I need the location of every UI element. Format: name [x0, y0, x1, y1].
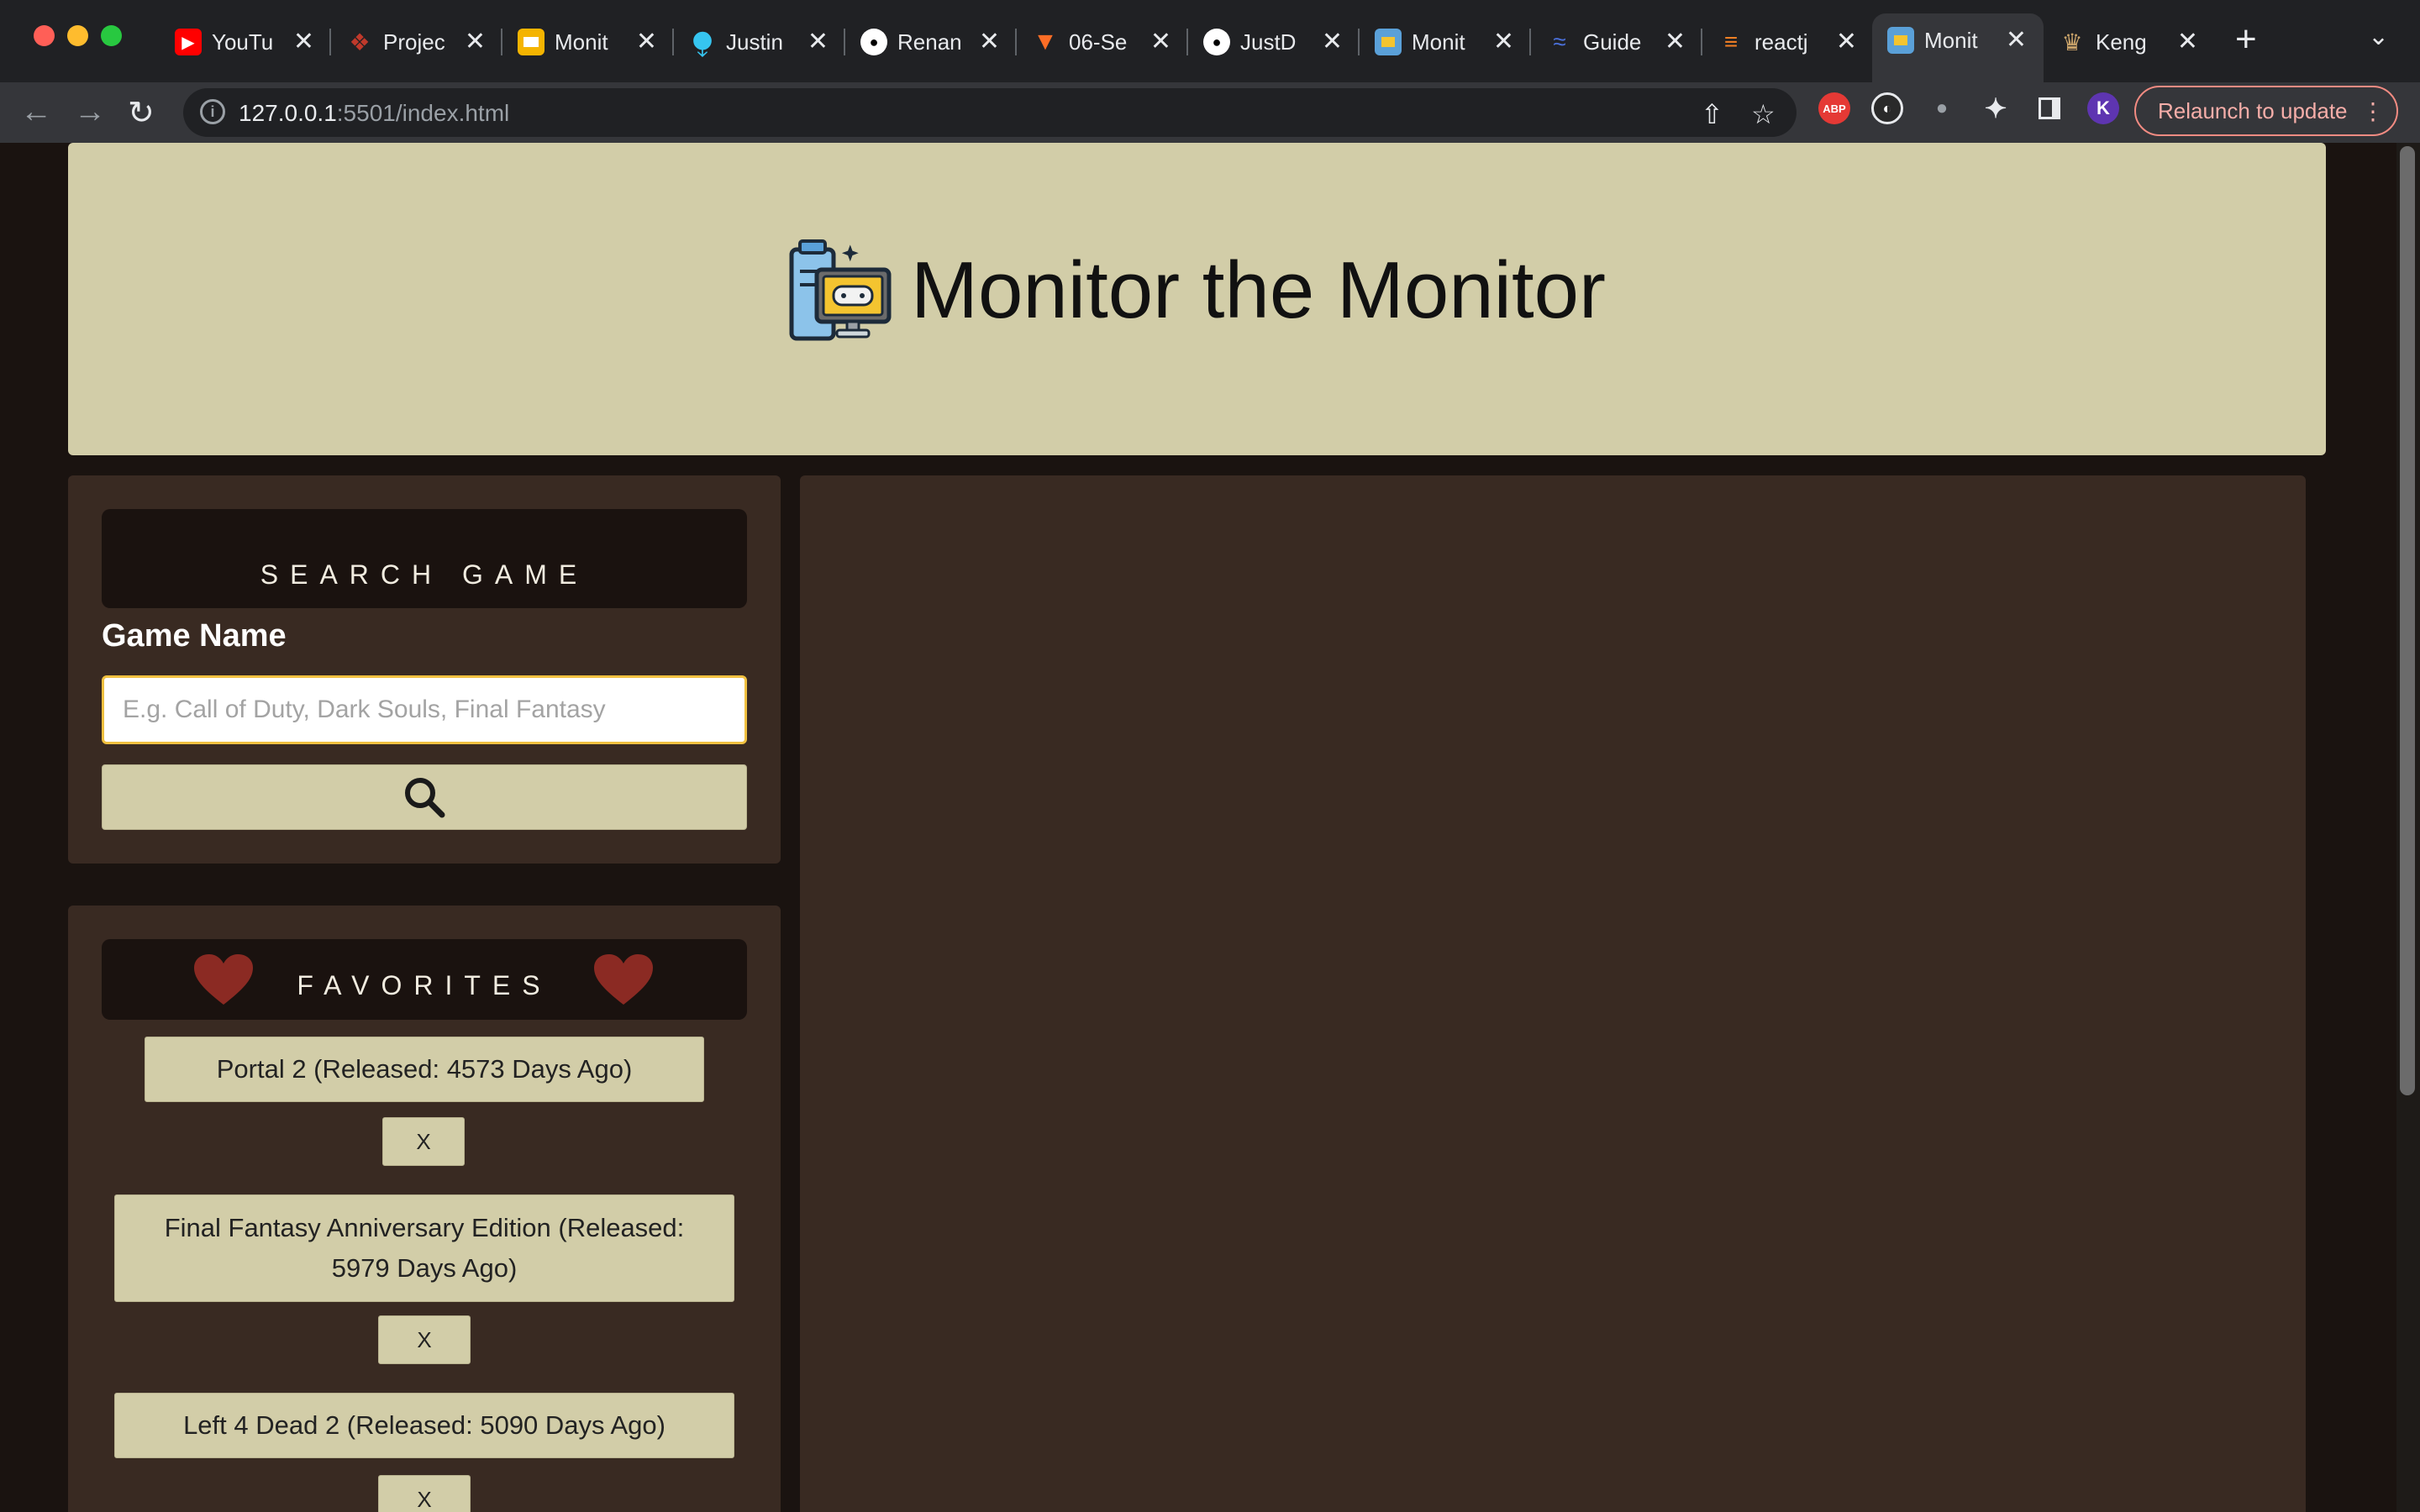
magnifier-search-icon [405, 778, 445, 818]
heart-icon [194, 954, 253, 1005]
close-tab-icon[interactable]: ✕ [1836, 27, 1857, 56]
tab-label: reactj [1754, 29, 1808, 55]
slides-icon [518, 29, 544, 55]
stackoverflow-icon: ≡ [1723, 29, 1739, 55]
browser-tab[interactable]: ≡ reactj ✕ [1702, 15, 1874, 69]
search-panel: SEARCH GAME Game Name [68, 475, 781, 864]
search-button[interactable] [102, 764, 747, 830]
monitor-icon [1887, 27, 1914, 54]
remove-favorite-button[interactable]: X [378, 1475, 471, 1512]
bookmark-star-icon[interactable]: ☆ [1751, 98, 1776, 130]
tab-label: Keng [2096, 29, 2147, 55]
browser-tab[interactable]: ❖ Projec ✕ [331, 15, 502, 69]
page-title: Monitor the Monitor [910, 245, 1606, 335]
favorite-game-button[interactable]: Portal 2 (Released: 4573 Days Ago) [145, 1037, 704, 1102]
favorites-heading: FAVORITES [297, 969, 552, 1000]
site-info-icon[interactable]: i [200, 99, 225, 124]
browser-tab-active[interactable]: Monit ✕ [1872, 13, 2044, 82]
slack-icon: ⧭ [692, 28, 713, 55]
browser-tab[interactable]: ● Renan ✕ [845, 15, 1017, 69]
browser-tab[interactable]: Monit ✕ [502, 15, 674, 69]
reload-icon[interactable]: ↻ [128, 94, 155, 132]
browser-tab[interactable]: ⧭ Justin ✕ [674, 15, 845, 69]
extension-mouse-icon[interactable]: ● [1926, 92, 1958, 124]
browser-tab[interactable]: ▼ 06-Se ✕ [1017, 15, 1188, 69]
browser-tab[interactable]: ● JustD ✕ [1188, 15, 1360, 69]
page-viewport: Monitor the Monitor SEARCH GAME Game Nam… [0, 143, 2420, 1512]
tab-label: 06-Se [1069, 29, 1128, 55]
close-tab-icon[interactable]: ✕ [2006, 25, 2027, 55]
guide-icon: ≈ [1553, 29, 1566, 55]
profile-avatar[interactable]: K [2087, 92, 2119, 124]
address-bar[interactable]: i 127.0.0.1:5501/index.html ⇧ ☆ [183, 88, 1797, 137]
browser-tab-bar: ▶ YouTu ✕ ❖ Projec ✕ Monit ✕ ⧭ Justin ✕ … [0, 0, 2420, 82]
relaunch-to-update-button[interactable]: Relaunch to update ⋮ [2134, 86, 2398, 136]
search-section-header: SEARCH GAME [102, 509, 747, 608]
youtube-icon: ▶ [175, 29, 202, 55]
tab-label: Renan [897, 29, 962, 55]
close-tab-icon[interactable]: ✕ [1322, 27, 1343, 56]
tab-label: Monit [1924, 27, 1978, 53]
project-icon: ❖ [349, 29, 371, 55]
tab-label: Projec [383, 29, 445, 55]
browser-tab[interactable]: ▶ YouTu ✕ [160, 15, 331, 69]
close-tab-icon[interactable]: ✕ [1493, 27, 1514, 56]
forward-arrow-icon[interactable]: → [74, 94, 106, 130]
favorite-game-button[interactable]: Final Fantasy Anniversary Edition (Relea… [114, 1194, 734, 1302]
tab-label: Monit [1412, 29, 1465, 55]
back-arrow-icon[interactable]: ← [20, 94, 52, 130]
monitor-icon [1375, 29, 1402, 55]
close-tab-icon[interactable]: ✕ [808, 27, 829, 56]
remove-favorite-button[interactable]: X [382, 1117, 465, 1166]
scrollbar-thumb[interactable] [2400, 146, 2415, 1095]
github-icon: ● [860, 29, 887, 55]
close-window-button[interactable] [34, 25, 55, 46]
results-panel [800, 475, 2306, 1512]
share-icon[interactable]: ⇧ [1701, 98, 1723, 130]
close-tab-icon[interactable]: ✕ [636, 27, 657, 56]
tab-label: YouTu [212, 29, 274, 55]
game-name-label: Game Name [102, 618, 287, 654]
extensions-puzzle-icon[interactable]: ✦ [1980, 92, 2012, 124]
heart-icon [594, 954, 653, 1005]
game-monitor-logo-icon [789, 239, 892, 341]
minimize-window-button[interactable] [67, 25, 88, 46]
browser-tab[interactable]: ♛ Keng ✕ [2044, 15, 2215, 69]
browser-tab[interactable]: Monit ✕ [1360, 15, 1531, 69]
close-tab-icon[interactable]: ✕ [293, 27, 314, 56]
tab-search-chevron-icon[interactable]: ⌄ [2368, 22, 2389, 51]
close-tab-icon[interactable]: ✕ [979, 27, 1000, 56]
browser-tab[interactable]: ≈ Guide ✕ [1531, 15, 1702, 69]
zoom-window-button[interactable] [101, 25, 122, 46]
game-name-input[interactable] [102, 675, 747, 744]
gitlab-icon: ▼ [1033, 28, 1058, 55]
extension-half-circle-icon[interactable]: ◐ [1871, 92, 1903, 124]
github-icon: ● [1203, 29, 1230, 55]
new-tab-plus-icon[interactable]: + [2235, 18, 2257, 60]
favorite-game-button[interactable]: Left 4 Dead 2 (Released: 5090 Days Ago) [114, 1393, 734, 1458]
remove-favorite-button[interactable]: X [378, 1315, 471, 1364]
keng-icon: ♛ [2061, 29, 2083, 55]
hero-banner: Monitor the Monitor [68, 143, 2326, 455]
search-heading: SEARCH GAME [260, 559, 589, 590]
favorites-section-header: FAVORITES [102, 939, 747, 1020]
tab-label: Monit [555, 29, 608, 55]
more-options-icon[interactable]: ⋮ [2361, 97, 2385, 125]
side-panel-icon[interactable] [2033, 92, 2065, 124]
favorites-panel: FAVORITES Portal 2 (Released: 4573 Days … [68, 906, 781, 1512]
tab-label: Guide [1583, 29, 1642, 55]
close-tab-icon[interactable]: ✕ [1665, 27, 1686, 56]
tab-label: Justin [726, 29, 783, 55]
close-tab-icon[interactable]: ✕ [2177, 27, 2198, 56]
close-tab-icon[interactable]: ✕ [465, 27, 486, 56]
adblock-icon[interactable]: ABP [1818, 92, 1850, 124]
tab-label: JustD [1240, 29, 1297, 55]
close-tab-icon[interactable]: ✕ [1150, 27, 1171, 56]
url-text: 127.0.0.1:5501/index.html [239, 100, 510, 126]
